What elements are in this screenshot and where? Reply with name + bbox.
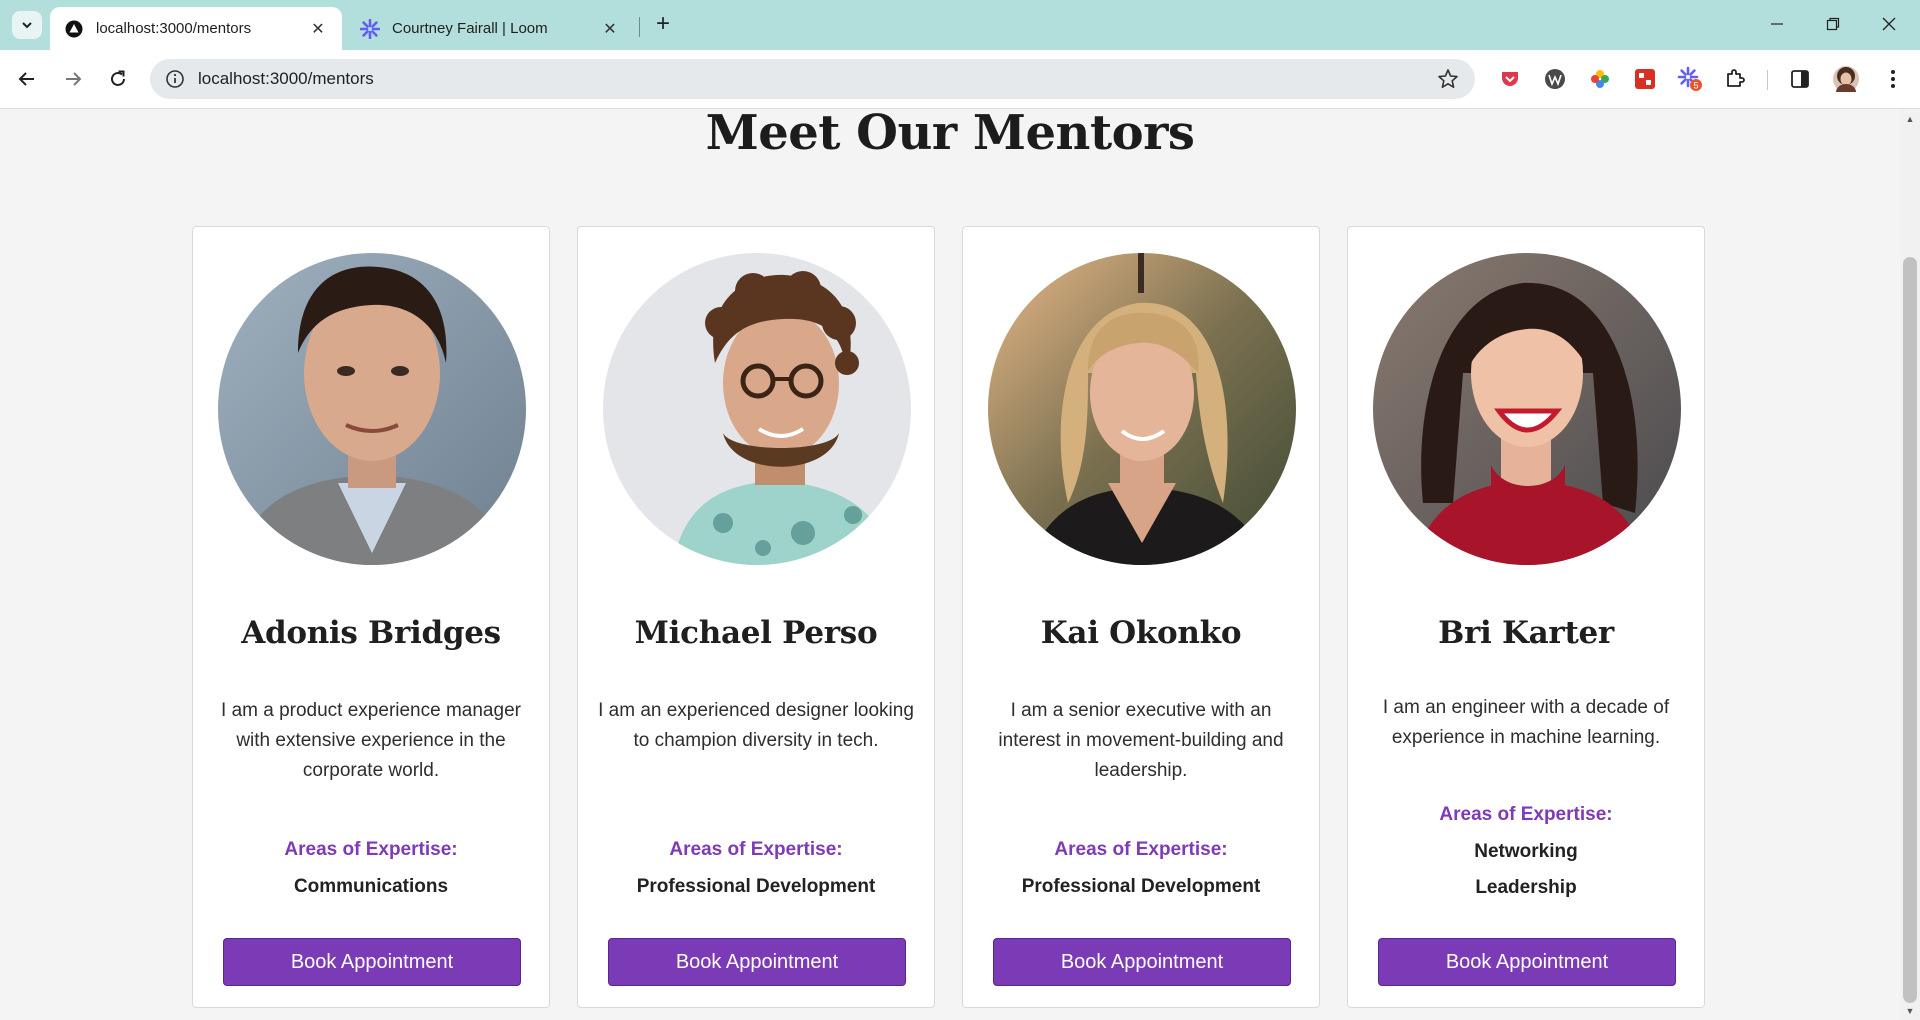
- browser-toolbar: localhost:3000/mentors 5: [0, 50, 1920, 109]
- loom-extension-icon[interactable]: 5: [1677, 66, 1703, 92]
- tab-strip: localhost:3000/mentors ✕ Courtney Fairal…: [0, 0, 1920, 50]
- url-text[interactable]: localhost:3000/mentors: [198, 69, 1435, 89]
- tab-mentors[interactable]: localhost:3000/mentors ✕: [50, 7, 342, 50]
- mentor-bio: I am a product experience manager with e…: [221, 700, 521, 781]
- extensions-puzzle-icon[interactable]: [1722, 66, 1748, 92]
- reload-icon: [111, 70, 125, 86]
- reload-button[interactable]: [103, 64, 133, 94]
- book-appointment-button[interactable]: Book Appointment: [993, 938, 1291, 986]
- puzzle-game-extension-icon[interactable]: [1632, 66, 1658, 92]
- expertise-label: Areas of Expertise:: [284, 839, 458, 860]
- chevron-down-icon: [22, 22, 32, 29]
- tab-loom[interactable]: Courtney Fairall | Loom ✕: [346, 7, 634, 50]
- scroll-up-icon[interactable]: ▲: [1903, 112, 1917, 126]
- mentor-name: Bri Karter: [1438, 615, 1614, 651]
- close-icon[interactable]: ✕: [308, 19, 328, 39]
- pocket-extension-icon[interactable]: [1497, 66, 1523, 92]
- tab-divider: [639, 17, 640, 37]
- expertise-item: Networking: [1474, 841, 1578, 862]
- tab-title: localhost:3000/mentors: [96, 20, 252, 37]
- address-bar[interactable]: localhost:3000/mentors: [150, 59, 1475, 99]
- wordpress-extension-icon[interactable]: [1542, 66, 1568, 92]
- book-appointment-button[interactable]: Book Appointment: [1378, 938, 1676, 986]
- tab-search-button[interactable]: [12, 11, 42, 39]
- back-button[interactable]: [12, 64, 42, 94]
- expertise-item: Communications: [293, 876, 449, 897]
- expertise-item: Leadership: [1475, 877, 1577, 898]
- mentor-bio: I am a senior executive with an interest…: [998, 700, 1284, 781]
- expertise-item: Professional Development: [1021, 876, 1261, 897]
- loom-icon: [360, 18, 380, 39]
- scroll-down-icon[interactable]: ▼: [1903, 1004, 1917, 1018]
- mentor-name: Michael Perso: [634, 615, 878, 651]
- tab-title: Courtney Fairall | Loom: [392, 20, 548, 37]
- close-window-button[interactable]: [1866, 8, 1912, 40]
- bookmark-star-icon[interactable]: [1435, 66, 1461, 92]
- expertise-item: Professional Development: [636, 876, 876, 897]
- forward-button[interactable]: [58, 64, 88, 94]
- mentor-photo: [218, 253, 526, 565]
- extension-badge: 5: [1693, 81, 1698, 91]
- arrow-left-icon: [18, 72, 34, 86]
- expertise-label: Areas of Expertise:: [669, 839, 843, 860]
- plus-icon: +: [655, 10, 670, 37]
- mentor-name: Kai Okonko: [1040, 615, 1242, 651]
- mentor-card: Michael Perso I am an experienced design…: [577, 226, 935, 1008]
- mentor-bio: I am an experienced designer looking to …: [598, 700, 914, 751]
- expertise-label: Areas of Expertise:: [1439, 804, 1613, 825]
- page-title: Meet Our Mentors: [705, 109, 1195, 161]
- mentor-card: Bri Karter I am an engineer with a decad…: [1347, 226, 1705, 1008]
- mentor-photo: [603, 253, 911, 565]
- expertise-label: Areas of Expertise:: [1054, 839, 1228, 860]
- minimize-icon: [1771, 23, 1783, 25]
- more-menu-icon[interactable]: [1880, 66, 1906, 92]
- mentor-card: Adonis Bridges I am a product experience…: [192, 226, 550, 1008]
- scrollbar-thumb[interactable]: [1903, 257, 1917, 1003]
- page-content: Meet Our Mentors Adonis Bridges I am a p…: [0, 109, 1900, 1020]
- toolbar-divider: [1767, 70, 1768, 90]
- mentor-bio: I am an engineer with a decade of experi…: [1382, 697, 1670, 748]
- mentor-name: Adonis Bridges: [241, 615, 501, 651]
- book-appointment-button[interactable]: Book Appointment: [608, 938, 906, 986]
- photos-extension-icon[interactable]: [1587, 66, 1613, 92]
- avatar[interactable]: [1833, 66, 1859, 92]
- side-panel-icon[interactable]: [1787, 66, 1813, 92]
- minimize-button[interactable]: [1754, 8, 1800, 40]
- arrow-right-icon: [66, 72, 82, 86]
- restore-button[interactable]: [1810, 8, 1856, 40]
- new-tab-button[interactable]: +: [650, 10, 676, 37]
- site-info-icon[interactable]: [164, 68, 186, 90]
- restore-icon: [1826, 17, 1840, 31]
- mentor-photo: [1373, 253, 1681, 565]
- mentor-card: Kai Okonko I am a senior executive with …: [962, 226, 1320, 1008]
- close-icon: [1882, 17, 1896, 31]
- triangle-logo-icon: [64, 19, 84, 39]
- book-appointment-button[interactable]: Book Appointment: [223, 938, 521, 986]
- close-icon[interactable]: ✕: [600, 19, 620, 39]
- mentor-photo: [988, 253, 1296, 565]
